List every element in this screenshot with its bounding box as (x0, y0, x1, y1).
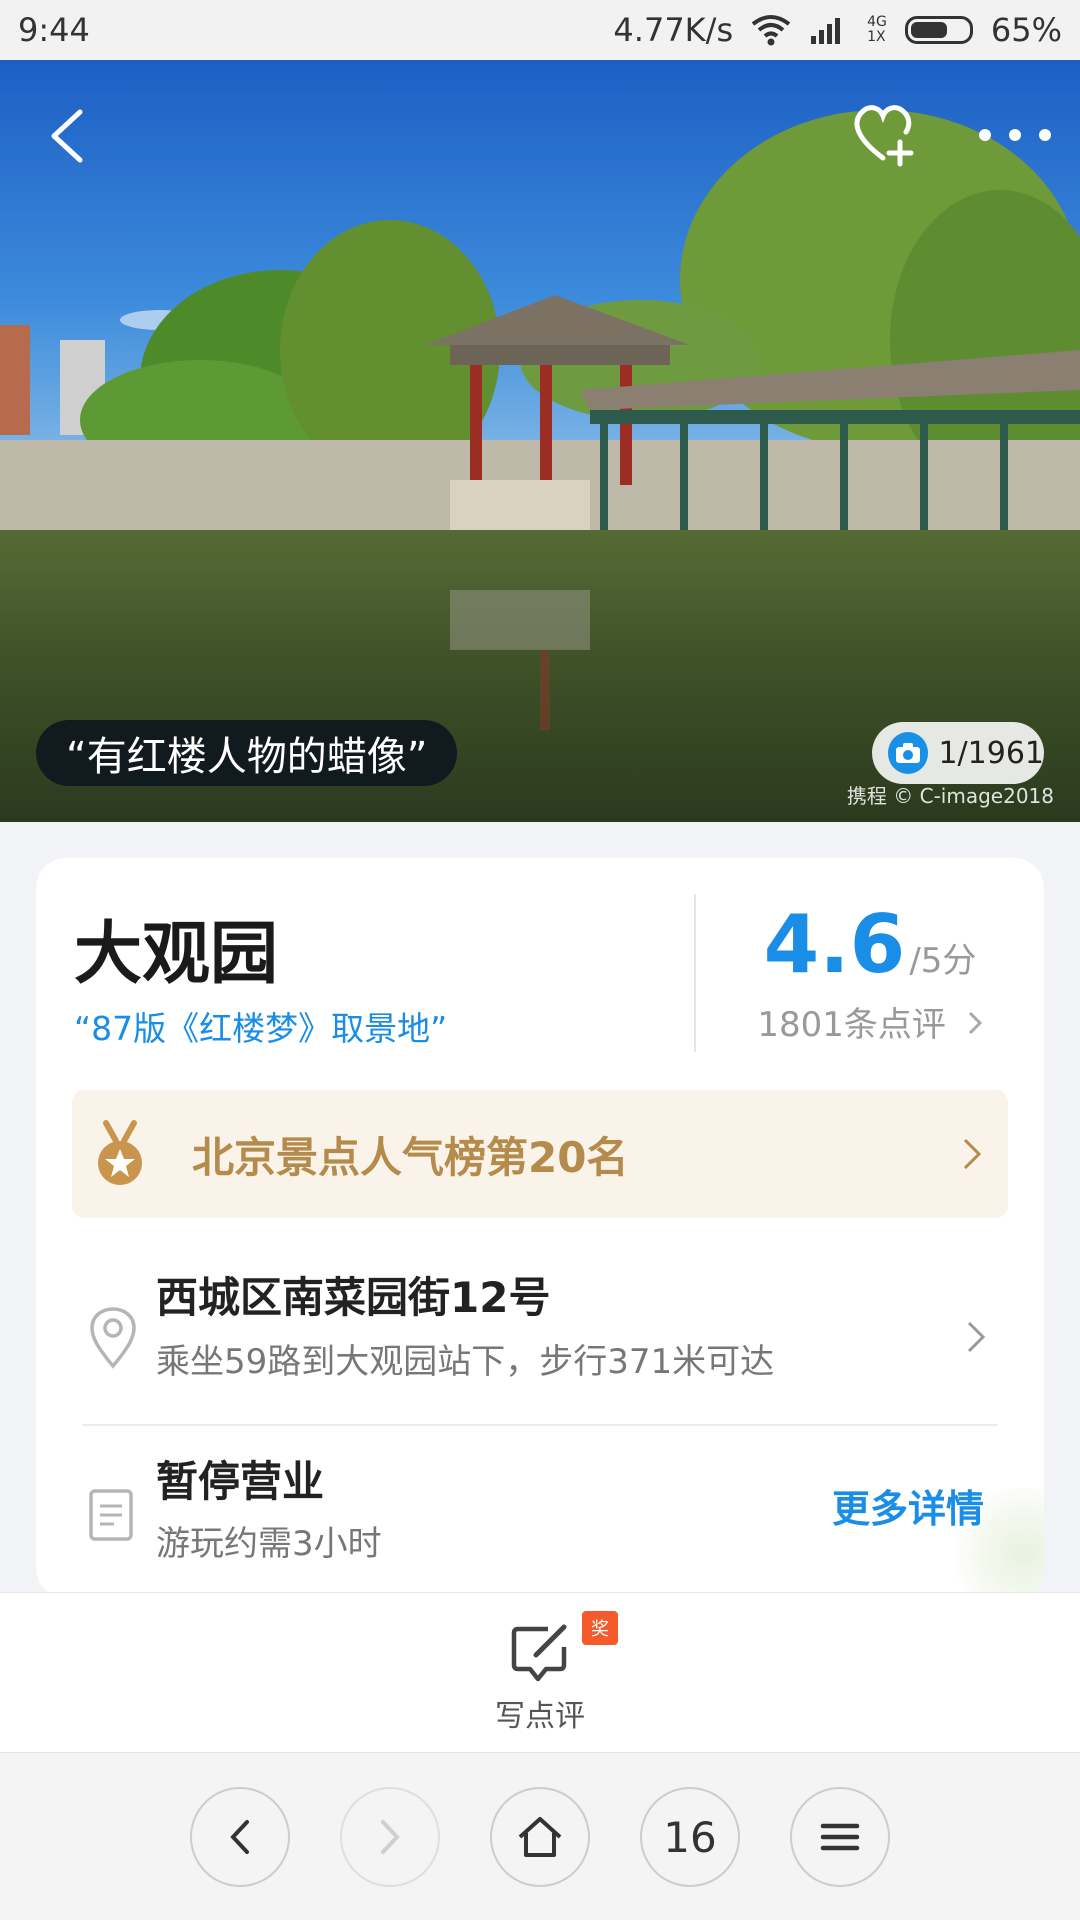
attraction-tagline: “87版《红楼梦》取景地” (74, 1009, 448, 1048)
signal-icon (811, 18, 841, 44)
status-time: 9:44 (18, 11, 90, 49)
visit-duration: 游玩约需3小时 (156, 1524, 382, 1564)
review-quote[interactable]: “有红楼人物的蜡像” (36, 720, 458, 786)
more-details-link[interactable]: 更多详情 (832, 1478, 984, 1533)
write-review-bar: 写点评 奖 (0, 1592, 1080, 1752)
status-bar: 9:44 4.77K/s 4G 1X 65% (0, 0, 1080, 60)
back-arrow-icon[interactable] (40, 100, 100, 170)
address-text: 西城区南菜园街12号 (156, 1273, 551, 1322)
chevron-right-icon (956, 1005, 983, 1045)
menu-icon (820, 1823, 860, 1851)
photo-count-button[interactable]: 1/1961 (872, 722, 1044, 784)
ranking-banner[interactable]: 北京景点人气榜第20名 (72, 1090, 1008, 1218)
opening-info-row: 暂停营业 游玩约需3小时 更多详情 (36, 1448, 1044, 1598)
photo-count-text: 1/1961 (938, 735, 1044, 771)
review-quote-text: “有红楼人物的蜡像” (66, 734, 428, 780)
heart-plus-icon[interactable] (848, 98, 918, 168)
camera-icon (888, 732, 929, 774)
operating-status: 暂停营业 (156, 1457, 325, 1506)
network-type: 4G 1X (867, 14, 887, 45)
rating-score: 4.6 (763, 898, 906, 991)
document-icon (89, 1489, 133, 1541)
review-count-text: 1801条点评 (757, 1005, 946, 1045)
nav-tabs-button[interactable]: 16 (640, 1787, 740, 1887)
rating-section[interactable]: 4.6 /5分 1801条点评 (696, 898, 1044, 1046)
wifi-icon (751, 15, 791, 46)
edit-review-icon (511, 1624, 567, 1682)
nav-forward-button[interactable] (340, 1787, 440, 1887)
chevron-right-icon (963, 1138, 982, 1170)
medal-icon (98, 1120, 142, 1185)
home-icon (518, 1817, 562, 1857)
award-badge: 奖 (582, 1611, 618, 1645)
nav-back-button[interactable] (190, 1787, 290, 1887)
write-review-label: 写点评 (495, 1699, 585, 1734)
divider (82, 1424, 998, 1426)
nav-home-button[interactable] (490, 1787, 590, 1887)
hero-photo[interactable]: “有红楼人物的蜡像” 1/1961 携程 © C-image2018 (0, 60, 1080, 822)
more-dots-icon[interactable] (975, 115, 1055, 155)
net-speed: 4.77K/s (613, 11, 734, 49)
review-count-link[interactable]: 1801条点评 (696, 997, 1044, 1046)
transit-info: 乘坐59路到大观园站下，步行371米可达 (156, 1342, 775, 1382)
attraction-info-card: 大观园 “87版《红楼梦》取景地” 4.6 /5分 1801条点评 北京景点人气… (36, 858, 1044, 1598)
nav-menu-button[interactable] (790, 1787, 890, 1887)
location-pin-icon (90, 1307, 136, 1369)
hero-scene-image (0, 60, 1080, 822)
chevron-left-icon (230, 1820, 249, 1854)
ranking-text: 北京景点人气榜第20名 (192, 1132, 629, 1182)
attraction-title: 大观园 (74, 915, 279, 994)
rating-unit: /5分 (909, 941, 977, 981)
chevron-right-icon (381, 1820, 400, 1854)
chevron-right-icon (967, 1321, 986, 1353)
battery-icon (904, 16, 973, 44)
address-row[interactable]: 西城区南菜园街12号 乘坐59路到大观园站下，步行371米可达 (36, 1250, 1044, 1430)
battery-percent: 65% (990, 11, 1062, 49)
photo-credit: 携程 © C-image2018 (846, 784, 1054, 808)
browser-nav-bar: 16 (0, 1752, 1080, 1920)
tabs-count: 16 (663, 1812, 717, 1862)
